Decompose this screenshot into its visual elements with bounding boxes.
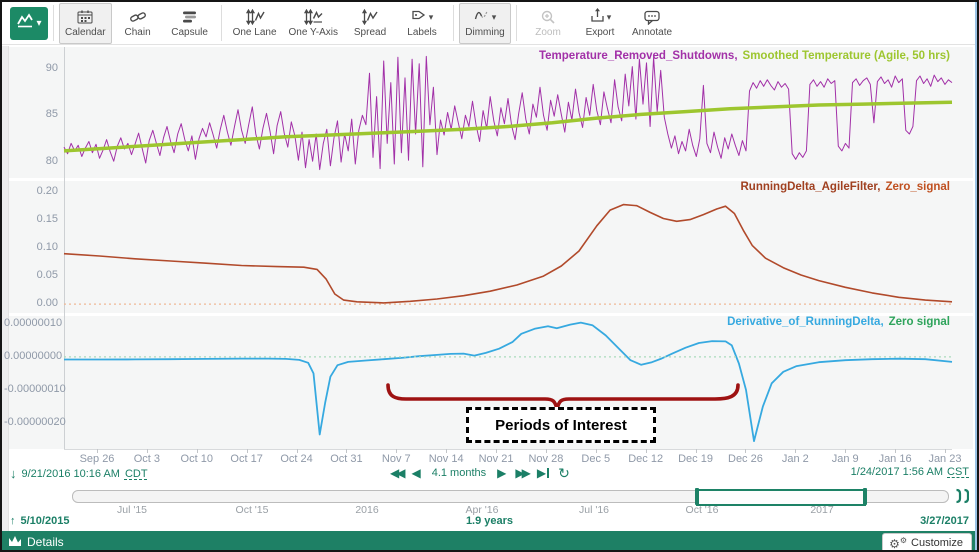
x-tick-label: Jan 23 xyxy=(915,453,975,465)
legend-item[interactable]: Zero signal xyxy=(889,316,950,328)
one-y-axis-icon xyxy=(303,9,323,26)
toolbar-button-dimming[interactable]: ▾ Dimming xyxy=(459,3,511,44)
one-lane-icon xyxy=(245,9,265,26)
range-start-arrow-icon: ↓ xyxy=(10,466,17,481)
y-tick-label: 0.00 xyxy=(4,297,58,309)
toolbar-separator xyxy=(53,5,54,41)
window-right-edge xyxy=(975,2,977,550)
y-tick-label: -0.00000020 xyxy=(4,416,58,428)
toolbar-separator xyxy=(221,5,222,41)
legend-item[interactable]: RunningDelta_AgileFilter xyxy=(740,181,880,193)
toolbar-button-spread[interactable]: Spread xyxy=(344,3,396,44)
legend-item[interactable]: Derivative_of_RunningDelta xyxy=(727,316,884,328)
display-range-duration[interactable]: 4.1 months xyxy=(432,467,486,479)
toolbar-button-labels[interactable]: ▾ Labels xyxy=(396,3,448,44)
y-tick-label: 0.00000010 xyxy=(4,317,58,329)
chain-icon xyxy=(129,9,147,26)
gears-icon: ⚙⚙ xyxy=(889,535,907,550)
toolbar-button-chain[interactable]: Chain xyxy=(112,3,164,44)
annotate-icon xyxy=(643,9,661,26)
timeline-handles-icon[interactable] xyxy=(954,488,969,509)
toolbar-separator xyxy=(516,5,517,41)
toolbar-button-one-y-axis[interactable]: One Y-Axis xyxy=(283,3,344,44)
customize-button[interactable]: ⚙⚙ Customize xyxy=(882,533,972,552)
toolbar-separator xyxy=(453,5,454,41)
y-tick-label: -0.00000010 xyxy=(4,383,58,395)
chevron-down-icon: ▾ xyxy=(36,18,41,29)
timeline-handle-right[interactable] xyxy=(863,488,867,505)
chevron-down-icon: ▾ xyxy=(607,12,612,23)
toolbar-button-annotate[interactable]: Annotate xyxy=(626,3,678,44)
export-icon xyxy=(589,7,605,28)
investigate-range-end[interactable]: 3/27/2017 xyxy=(920,515,969,527)
chevron-down-icon: ▾ xyxy=(492,12,497,23)
tag-icon xyxy=(411,7,427,28)
legend-item[interactable]: Temperature_Removed_Shutdowns xyxy=(539,50,738,62)
app-window: ▾ Calendar Chain Capsule One Lan xyxy=(0,0,979,552)
spread-icon xyxy=(361,9,379,26)
legend-item[interactable]: Smoothed Temperature (Agile, 50 hrs) xyxy=(743,50,950,62)
trend-view-button[interactable]: ▾ xyxy=(10,7,48,40)
step-forward-half-button[interactable]: ▶ xyxy=(497,466,506,480)
step-to-end-button[interactable]: ▶ xyxy=(537,466,549,480)
y-tick-label: 85 xyxy=(4,108,58,120)
calendar-icon xyxy=(76,9,94,26)
dimming-icon xyxy=(474,7,490,28)
toolbar-button-one-lane[interactable]: One Lane xyxy=(227,3,283,44)
step-back-half-button[interactable]: ◀ xyxy=(411,466,420,480)
chevron-down-icon: ▾ xyxy=(429,12,434,23)
investigate-range-duration: 1.9 years xyxy=(2,515,977,527)
display-range-end[interactable]: 1/24/2017 1:56 AM xyxy=(851,466,943,478)
timezone-start-link[interactable]: CDT xyxy=(125,468,148,480)
periods-of-interest-label: Periods of Interest xyxy=(466,407,656,443)
lane-legend-1[interactable]: Temperature_Removed_Shutdowns Smoothed Te… xyxy=(539,50,950,62)
y-tick-label: 0.00000000 xyxy=(4,350,58,362)
zoom-icon xyxy=(540,9,556,26)
series-line[interactable] xyxy=(64,56,952,169)
details-label: Details xyxy=(27,535,64,549)
legend-item[interactable]: Zero_signal xyxy=(885,181,950,193)
lane-legend-3[interactable]: Derivative_of_RunningDelta Zero signal xyxy=(727,316,950,328)
toolbar-button-capsule[interactable]: Capsule xyxy=(164,3,216,44)
details-bar[interactable]: Details ⚙⚙ Customize xyxy=(2,531,977,552)
trend-chart-icon xyxy=(16,13,34,34)
y-tick-label: 90 xyxy=(4,62,58,74)
toolbar-button-calendar[interactable]: Calendar xyxy=(59,3,112,44)
details-chart-icon xyxy=(8,534,22,550)
lane-plot-2[interactable] xyxy=(2,178,977,313)
step-forward-full-button[interactable]: ▶▶ xyxy=(515,466,527,480)
capsule-icon xyxy=(181,9,199,26)
toolbar-button-zoom: Zoom xyxy=(522,3,574,44)
y-tick-label: 80 xyxy=(4,155,58,167)
lane-plot-1[interactable] xyxy=(2,47,977,178)
y-tick-label: 0.20 xyxy=(4,185,58,197)
series-line[interactable] xyxy=(64,102,952,151)
y-tick-label: 0.10 xyxy=(4,241,58,253)
step-back-full-button[interactable]: ◀◀ xyxy=(390,466,402,480)
toolbar-button-export[interactable]: ▾ Export xyxy=(574,3,626,44)
y-tick-label: 0.05 xyxy=(4,269,58,281)
toolbar: ▾ Calendar Chain Capsule One Lan xyxy=(2,2,977,45)
display-range-start[interactable]: 9/21/2016 10:16 AM xyxy=(22,468,120,480)
timeline-handle-left[interactable] xyxy=(695,488,699,505)
lane-legend-2[interactable]: RunningDelta_AgileFilter Zero_signal xyxy=(740,181,950,193)
refresh-icon[interactable]: ↻ xyxy=(558,468,570,478)
timezone-end-link[interactable]: CST xyxy=(947,466,969,478)
series-line[interactable] xyxy=(64,205,952,303)
y-tick-label: 0.15 xyxy=(4,213,58,225)
